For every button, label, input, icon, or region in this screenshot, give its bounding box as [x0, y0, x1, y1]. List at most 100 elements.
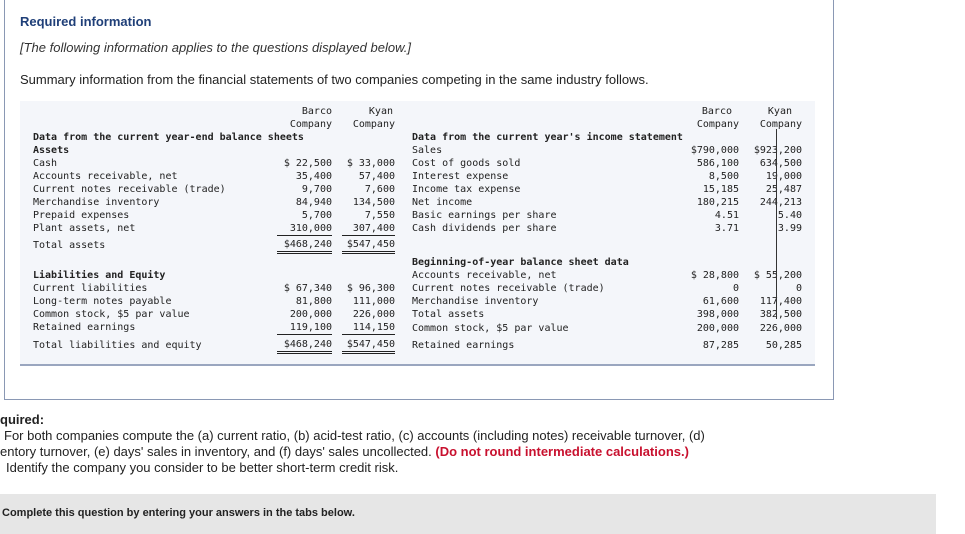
income-label: Interest expense [412, 171, 509, 182]
kyan-header-right-2: Company [759, 119, 802, 130]
asset-label: Prepaid expenses [33, 210, 130, 221]
total-assets-barco: $468,240 [277, 238, 332, 254]
asset-label: Plant assets, net [33, 223, 136, 234]
beginning-label: Total assets [412, 309, 485, 320]
asset-barco: $ 22,500 [283, 158, 332, 169]
liability-label: Retained earnings [33, 322, 136, 333]
income-kyan: 634,500 [759, 158, 802, 169]
beginning-barco: $ 28,800 [690, 270, 739, 281]
assets-heading: Assets [33, 145, 70, 156]
income-statement-title: Data from the current year's income stat… [412, 132, 683, 143]
barco-header-2: Company [289, 119, 332, 130]
beginning-barco: 398,000 [696, 309, 739, 320]
required-line-1: For both companies compute the (a) curre… [4, 428, 705, 443]
beginning-barco: 200,000 [696, 323, 739, 334]
income-barco: $790,000 [690, 145, 739, 156]
beginning-label: Accounts receivable, net [412, 270, 557, 281]
barco-header-right: Barco [701, 106, 732, 117]
asset-kyan: 57,400 [358, 171, 395, 182]
required-line-2: entory turnover, (e) days' sales in inve… [0, 444, 689, 459]
beginning-barco: 87,285 [702, 340, 739, 351]
asset-barco: 9,700 [301, 184, 332, 195]
liability-kyan: 226,000 [352, 309, 395, 320]
income-barco: 8,500 [708, 171, 739, 182]
income-barco: 586,100 [696, 158, 739, 169]
asset-barco: 84,940 [295, 197, 332, 208]
income-label: Basic earnings per share [412, 210, 557, 221]
total-assets-label: Total assets [33, 240, 106, 251]
beginning-label: Common stock, $5 par value [412, 323, 569, 334]
income-kyan: 3.99 [777, 223, 802, 234]
income-label: Net income [412, 197, 473, 208]
total-liab-barco: $468,240 [277, 338, 332, 354]
summary-text: Summary information from the financial s… [20, 72, 649, 87]
liability-barco: 119,100 [277, 321, 332, 335]
income-kyan: 5.40 [777, 210, 802, 221]
beginning-kyan: $ 55,200 [753, 270, 802, 281]
beginning-kyan: 50,285 [765, 340, 802, 351]
asset-label: Current notes receivable (trade) [33, 184, 226, 195]
beginning-label: Retained earnings [412, 340, 515, 351]
income-label: Sales [412, 145, 443, 156]
income-kyan: 244,213 [759, 197, 802, 208]
balance-sheet-title: Data from the current year-end balance s… [33, 132, 304, 143]
liability-kyan: 111,000 [352, 296, 395, 307]
kyan-header-2: Company [352, 119, 395, 130]
beginning-balance-title: Beginning-of-year balance sheet data [412, 257, 629, 268]
asset-label: Cash [33, 158, 58, 169]
kyan-header-right: Kyan [767, 106, 792, 117]
beginning-kyan: 0 [795, 283, 802, 294]
beginning-barco: 61,600 [702, 296, 739, 307]
asset-label: Merchandise inventory [33, 197, 160, 208]
required-info-title: Required information [20, 14, 152, 29]
total-assets-kyan: $547,450 [342, 238, 395, 254]
beginning-kyan: 226,000 [759, 323, 802, 334]
required-heading: quired: [0, 412, 45, 427]
income-barco: 15,185 [702, 184, 739, 195]
income-barco: 3.71 [714, 223, 739, 234]
liabilities-heading: Liabilities and Equity [33, 270, 166, 281]
barco-header: Barco [301, 106, 332, 117]
liability-barco: $ 67,340 [283, 283, 332, 294]
liability-barco: 200,000 [289, 309, 332, 320]
asset-kyan: $ 33,000 [346, 158, 395, 169]
liability-barco: 81,800 [295, 296, 332, 307]
asset-kyan: 7,600 [364, 184, 395, 195]
asset-barco: 5,700 [301, 210, 332, 221]
income-kyan: 25,487 [765, 184, 802, 195]
total-liab-kyan: $547,450 [342, 338, 395, 354]
income-barco: 4.51 [714, 210, 739, 221]
liability-label: Current liabilities [33, 283, 148, 294]
liability-label: Common stock, $5 par value [33, 309, 190, 320]
info-note: [The following information applies to th… [20, 40, 411, 55]
liability-kyan: $ 96,300 [346, 283, 395, 294]
text-cursor [776, 129, 777, 319]
asset-barco: 310,000 [277, 222, 332, 236]
asset-barco: 35,400 [295, 171, 332, 182]
required-line-3: Identify the company you consider to be … [6, 460, 399, 475]
banner-text: Complete this question by entering your … [2, 507, 355, 519]
income-kyan: $923,200 [753, 145, 802, 156]
financial-data-table: Barco Company Kyan Company Barco Company… [20, 101, 815, 366]
beginning-kyan: 382,500 [759, 309, 802, 320]
income-kyan: 19,000 [765, 171, 802, 182]
kyan-header: Kyan [368, 106, 393, 117]
liability-label: Long-term notes payable [33, 296, 172, 307]
beginning-label: Current notes receivable (trade) [412, 283, 605, 294]
asset-kyan: 307,400 [342, 222, 395, 236]
beginning-kyan: 117,400 [759, 296, 802, 307]
liability-kyan: 114,150 [342, 321, 395, 335]
income-barco: 180,215 [696, 197, 739, 208]
asset-kyan: 134,500 [352, 197, 395, 208]
total-liab-label: Total liabilities and equity [33, 340, 202, 351]
beginning-barco: 0 [732, 283, 739, 294]
income-label: Income tax expense [412, 184, 521, 195]
income-label: Cash dividends per share [412, 223, 557, 234]
asset-label: Accounts receivable, net [33, 171, 178, 182]
required-warning: (Do not round intermediate calculations.… [435, 444, 689, 459]
instructions-banner: Complete this question by entering your … [0, 494, 936, 534]
barco-header-right-2: Company [696, 119, 739, 130]
income-label: Cost of goods sold [412, 158, 521, 169]
beginning-label: Merchandise inventory [412, 296, 539, 307]
divider [20, 364, 815, 366]
